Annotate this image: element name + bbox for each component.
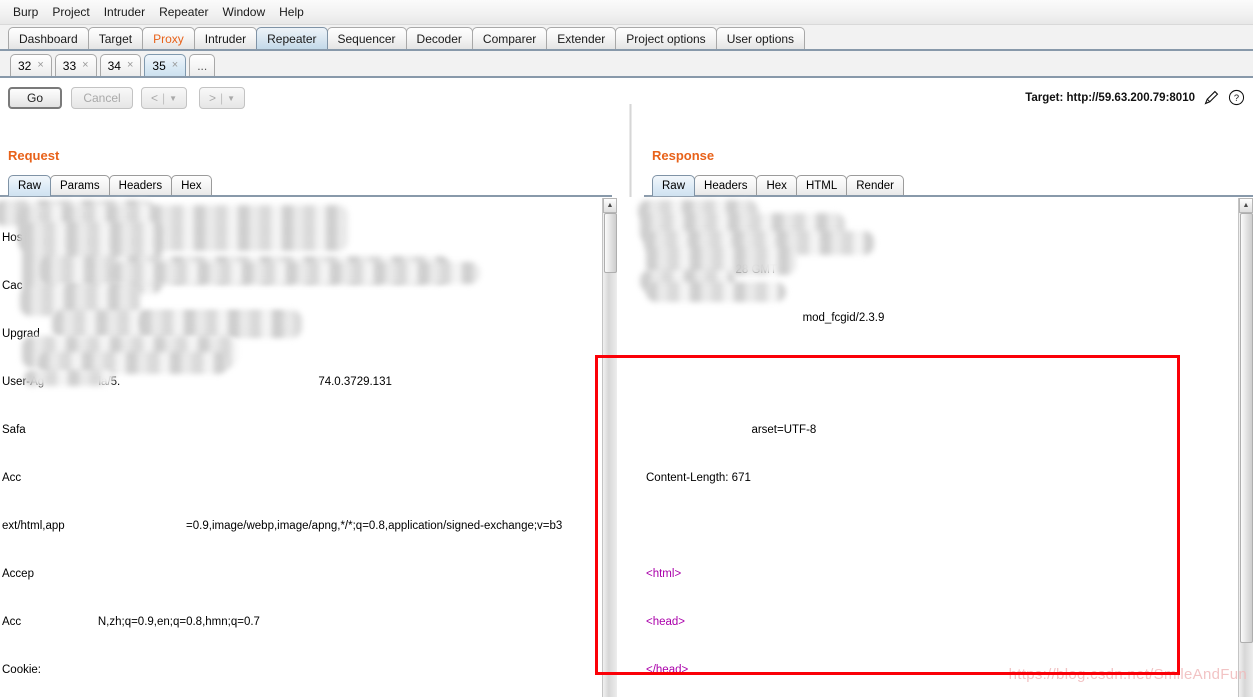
watermark-text: https://blog.csdn.net/SmileAndFun — [1008, 666, 1247, 683]
tab-target[interactable]: Target — [87, 27, 144, 49]
chevron-down-icon: ▼ — [169, 93, 178, 103]
chevron-right-icon: > — [208, 91, 216, 105]
menu-item-project[interactable]: Project — [45, 3, 96, 21]
target-area: Target: http://59.63.200.79:8010 ? — [1025, 89, 1245, 106]
request-line: Upgrad — [2, 328, 40, 340]
repeater-tab-bar: 32 × 33 × 34 × 35 × ... — [0, 51, 1253, 78]
request-line: Cookie: — [2, 664, 41, 676]
repeater-tab-33-label: 33 — [62, 58, 77, 73]
repeater-tab-35[interactable]: 35 × — [144, 54, 187, 76]
main-tab-bar: Dashboard Target Proxy Intruder Repeater… — [0, 25, 1253, 51]
request-view-tabs: Raw Params Headers Hex — [8, 174, 212, 196]
tab-comparer[interactable]: Comparer — [471, 27, 548, 49]
back-button: < | ▼ — [141, 87, 187, 109]
request-line: Safa — [2, 424, 26, 436]
repeater-tab-32[interactable]: 32 × — [10, 54, 52, 76]
svg-text:?: ? — [1234, 93, 1239, 103]
request-tab-params[interactable]: Params — [50, 175, 110, 196]
request-line: User-Ag la/5. 74.0.3729.131 — [2, 376, 392, 388]
response-header-line: arset=UTF-8 — [646, 424, 817, 436]
request-tab-headers[interactable]: Headers — [108, 175, 173, 196]
target-label: Target: http://59.63.200.79:8010 — [1025, 91, 1195, 104]
request-tab-hex[interactable]: Hex — [171, 175, 212, 196]
button-separator: | — [161, 91, 166, 105]
forward-button: > | ▼ — [199, 87, 245, 109]
response-editor[interactable]: 28 GMT mod_fcgid/2.3.9 arset=UTF-8 Conte… — [644, 198, 1232, 697]
repeater-tab-33[interactable]: 33 × — [54, 54, 97, 76]
scrollbar-thumb[interactable] — [604, 213, 617, 273]
menu-item-repeater[interactable]: Repeater — [152, 3, 215, 21]
tab-decoder[interactable]: Decoder — [405, 27, 473, 49]
go-button[interactable]: Go — [8, 87, 62, 109]
request-line: Accep — [2, 568, 34, 580]
menu-item-intruder[interactable]: Intruder — [97, 3, 152, 21]
response-tab-headers[interactable]: Headers — [694, 175, 758, 196]
request-line: Cac — [2, 280, 23, 292]
response-tab-underline — [644, 195, 1253, 197]
response-header-line: mod_fcgid/2.3.9 — [646, 312, 885, 324]
scroll-up-icon[interactable]: ▲ — [603, 198, 617, 213]
response-body-line: <html> — [646, 568, 682, 580]
chevron-left-icon: < — [150, 91, 158, 105]
tab-extender[interactable]: Extender — [546, 27, 617, 49]
request-panel-title: Request — [8, 148, 60, 163]
request-tab-raw[interactable]: Raw — [8, 175, 52, 196]
menu-bar: Burp Project Intruder Repeater Window He… — [0, 0, 1253, 25]
repeater-tab-32-label: 32 — [18, 58, 32, 73]
tab-repeater[interactable]: Repeater — [256, 27, 328, 49]
request-line: Acc — [2, 472, 22, 484]
repeater-tab-new[interactable]: ... — [189, 54, 216, 76]
tab-proxy[interactable]: Proxy — [142, 27, 195, 49]
panel-splitter[interactable] — [629, 104, 632, 197]
pencil-icon[interactable] — [1203, 89, 1220, 106]
repeater-tab-34-label: 34 — [107, 58, 121, 73]
response-panel-title: Response — [652, 148, 715, 163]
request-line: Hos — [2, 232, 23, 244]
close-icon[interactable]: × — [37, 60, 43, 71]
response-content-length: Content-Length: 671 — [646, 472, 751, 484]
repeater-toolbar: Go Cancel < | ▼ > | ▼ Target: http://59.… — [0, 78, 1253, 124]
response-header-line: 28 GMT — [646, 264, 778, 276]
response-tab-render[interactable]: Render — [846, 175, 904, 196]
tab-user-options[interactable]: User options — [715, 27, 806, 49]
response-view-tabs: Raw Headers Hex HTML Render — [652, 174, 904, 196]
chevron-down-icon: ▼ — [227, 93, 236, 103]
response-vertical-scrollbar[interactable]: ▲ — [1238, 198, 1253, 697]
request-vertical-scrollbar[interactable]: ▲ — [602, 198, 617, 697]
tab-project-options[interactable]: Project options — [615, 27, 717, 49]
request-line: Acc N,zh;q=0.9,en;q=0.8,hmn;q=0.7 — [2, 616, 260, 628]
request-line: ext/html,app =0.9,image/webp,image/apng,… — [2, 520, 563, 532]
question-mark-icon[interactable]: ? — [1228, 89, 1245, 106]
close-icon[interactable]: × — [82, 60, 88, 71]
close-icon[interactable]: × — [172, 60, 178, 71]
scrollbar-thumb[interactable] — [1240, 213, 1253, 643]
repeater-tab-35-label: 35 — [152, 58, 166, 73]
button-separator: | — [219, 91, 224, 105]
response-tab-html[interactable]: HTML — [795, 175, 848, 196]
repeater-tab-34[interactable]: 34 × — [99, 54, 142, 76]
tab-dashboard[interactable]: Dashboard — [8, 27, 89, 49]
tab-intruder[interactable]: Intruder — [193, 27, 258, 49]
response-tab-raw[interactable]: Raw — [652, 175, 696, 196]
menu-item-window[interactable]: Window — [215, 3, 272, 21]
menu-item-help[interactable]: Help — [272, 3, 311, 21]
close-icon[interactable]: × — [127, 60, 133, 71]
menu-item-burp[interactable]: Burp — [6, 3, 45, 21]
response-tab-hex[interactable]: Hex — [756, 175, 797, 196]
request-editor[interactable]: Hos Cac Upgrad User-Ag la/5. 74.0.3729.1… — [0, 198, 598, 697]
scroll-up-icon[interactable]: ▲ — [1239, 198, 1253, 213]
cancel-button: Cancel — [71, 87, 133, 109]
tab-sequencer[interactable]: Sequencer — [326, 27, 407, 49]
response-body-line: <head> — [646, 616, 686, 628]
request-tab-underline — [0, 195, 612, 197]
